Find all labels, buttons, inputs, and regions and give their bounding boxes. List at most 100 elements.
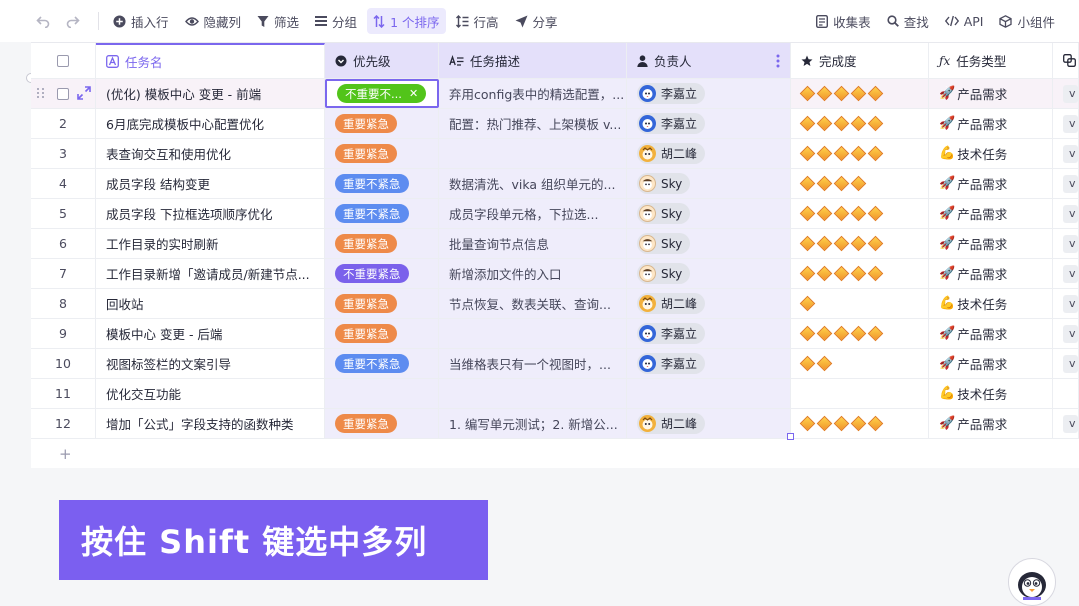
task-name-cell[interactable]: 视图标签栏的文案引导 — [96, 349, 325, 378]
completion-cell[interactable] — [791, 259, 929, 288]
table-row[interactable]: 7 工作目录新增「邀请成员/新建节点... 不重要紧急 新增添加文件的入口 Sky 🚀 产品… — [31, 259, 1079, 289]
column-header-type[interactable]: ƒx 任务类型 — [929, 43, 1053, 78]
owner-cell[interactable]: 李嘉立 — [627, 79, 791, 108]
owner-cell[interactable]: Sky — [627, 199, 791, 228]
priority-cell[interactable]: 重要紧急 — [325, 139, 439, 168]
column-header-done[interactable]: 完成度 — [791, 43, 929, 78]
selection-fill-handle[interactable] — [787, 433, 794, 440]
completion-cell[interactable] — [791, 139, 929, 168]
priority-cell-editing[interactable]: 不重要不... ✕ — [325, 79, 439, 108]
task-name-cell[interactable]: 成员字段 结构变更 — [96, 169, 325, 198]
task-type-cell[interactable]: 🚀 产品需求 — [929, 319, 1053, 348]
owner-cell[interactable]: 胡二峰 — [627, 289, 791, 318]
owner-cell[interactable]: 胡二峰 — [627, 139, 791, 168]
table-row[interactable]: 12 增加「公式」字段支持的函数种类 重要紧急 1. 编写单元测试；2. 新增公...… — [31, 409, 1079, 439]
completion-cell[interactable] — [791, 109, 929, 138]
task-type-cell[interactable]: 🚀 产品需求 — [929, 349, 1053, 378]
table-row[interactable]: 11 优化交互功能 💪 技术任务 — [31, 379, 1079, 409]
owner-cell[interactable]: Sky — [627, 259, 791, 288]
task-name-cell[interactable]: 成员字段 下拉框选项顺序优化 — [96, 199, 325, 228]
task-type-cell[interactable]: 🚀 产品需求 — [929, 409, 1053, 438]
extra-cell[interactable]: v — [1053, 409, 1079, 438]
column-header-name[interactable]: 任务名 — [96, 43, 325, 78]
completion-cell[interactable] — [791, 409, 929, 438]
table-row[interactable]: 4 成员字段 结构变更 重要不紧急 数据清洗、vika 组织单元的... Sky 🚀 产品需… — [31, 169, 1079, 199]
redo-button[interactable] — [60, 8, 86, 34]
undo-button[interactable] — [30, 8, 56, 34]
add-row-button[interactable]: + — [31, 439, 1079, 468]
task-desc-cell[interactable]: 数据清洗、vika 组织单元的... — [439, 169, 627, 198]
drag-handle-icon[interactable] — [37, 88, 45, 98]
row-height-button[interactable]: 行高 — [450, 8, 505, 34]
task-type-cell[interactable]: 🚀 产品需求 — [929, 199, 1053, 228]
task-type-cell[interactable]: 🚀 产品需求 — [929, 169, 1053, 198]
completion-cell[interactable] — [791, 289, 929, 318]
table-row[interactable]: 10 视图标签栏的文案引导 重要不紧急 当维格表只有一个视图时，... 李嘉立 🚀 产品需求… — [31, 349, 1079, 379]
task-desc-cell[interactable]: 新增添加文件的入口 — [439, 259, 627, 288]
priority-cell[interactable]: 重要紧急 — [325, 289, 439, 318]
completion-cell[interactable] — [791, 379, 929, 408]
priority-cell[interactable]: 重要紧急 — [325, 319, 439, 348]
priority-cell[interactable]: 重要紧急 — [325, 409, 439, 438]
completion-cell[interactable] — [791, 319, 929, 348]
hide-columns-button[interactable]: 隐藏列 — [179, 8, 248, 34]
task-desc-cell[interactable] — [439, 319, 627, 348]
owner-cell[interactable]: 李嘉立 — [627, 349, 791, 378]
table-row[interactable]: 8 回收站 重要紧急 节点恢复、数表关联、查询... 胡二峰 💪 技术任务 v — [31, 289, 1079, 319]
table-row[interactable]: (优化) 模板中心 变更 - 前端 不重要不... ✕ 弃用config表中的精选配置… — [31, 79, 1079, 109]
row-number-cell[interactable]: 9 — [31, 319, 96, 348]
task-desc-cell[interactable]: 弃用config表中的精选配置，... — [439, 79, 627, 108]
task-type-cell[interactable]: 🚀 产品需求 — [929, 79, 1053, 108]
owner-cell[interactable]: Sky — [627, 229, 791, 258]
filter-button[interactable]: 筛选 — [251, 8, 305, 34]
row-number-cell[interactable]: 12 — [31, 409, 96, 438]
task-name-cell[interactable]: (优化) 模板中心 变更 - 前端 — [96, 79, 325, 108]
table-row[interactable]: 5 成员字段 下拉框选项顺序优化 重要不紧急 成员字段单元格，下拉选... Sky 🚀 产品… — [31, 199, 1079, 229]
task-desc-cell[interactable]: 成员字段单元格，下拉选... — [439, 199, 627, 228]
task-desc-cell[interactable]: 1. 编写单元测试；2. 新增公... — [439, 409, 627, 438]
task-desc-cell[interactable]: 批量查询节点信息 — [439, 229, 627, 258]
task-type-cell[interactable]: 🚀 产品需求 — [929, 259, 1053, 288]
row-number-cell[interactable]: 2 — [31, 109, 96, 138]
priority-cell[interactable] — [325, 379, 439, 408]
row-number-cell[interactable]: 5 — [31, 199, 96, 228]
task-name-cell[interactable]: 6月底完成模板中心配置优化 — [96, 109, 325, 138]
extra-cell[interactable]: v — [1053, 259, 1079, 288]
task-desc-cell[interactable]: 当维格表只有一个视图时，... — [439, 349, 627, 378]
insert-row-button[interactable]: 插入行 — [107, 8, 175, 34]
task-desc-cell[interactable]: 配置：热门推荐、上架模板 v... — [439, 109, 627, 138]
row-number-cell[interactable]: 8 — [31, 289, 96, 318]
completion-cell[interactable] — [791, 169, 929, 198]
owner-cell[interactable]: Sky — [627, 169, 791, 198]
column-header-desc[interactable]: 任务描述 — [439, 43, 627, 78]
task-desc-cell[interactable] — [439, 379, 627, 408]
priority-cell[interactable]: 重要紧急 — [325, 109, 439, 138]
task-name-cell[interactable]: 优化交互功能 — [96, 379, 325, 408]
search-button[interactable]: 查找 — [881, 8, 935, 34]
extra-cell[interactable]: v — [1053, 109, 1079, 138]
extra-cell[interactable]: v — [1053, 229, 1079, 258]
extra-cell[interactable] — [1053, 379, 1079, 408]
task-name-cell[interactable]: 工作目录新增「邀请成员/新建节点... — [96, 259, 325, 288]
owner-cell[interactable]: 李嘉立 — [627, 109, 791, 138]
widget-button[interactable]: 小组件 — [993, 8, 1061, 34]
priority-cell[interactable]: 不重要紧急 — [325, 259, 439, 288]
row-number-cell[interactable]: 6 — [31, 229, 96, 258]
select-all-checkbox[interactable] — [57, 54, 69, 67]
row-number-cell[interactable]: 11 — [31, 379, 96, 408]
expand-record-icon[interactable] — [77, 86, 91, 103]
column-header-priority[interactable]: 优先级 — [325, 43, 439, 78]
completion-cell[interactable] — [791, 79, 929, 108]
extra-cell[interactable]: v — [1053, 319, 1079, 348]
extra-cell[interactable]: v — [1053, 199, 1079, 228]
task-name-cell[interactable]: 表查询交互和使用优化 — [96, 139, 325, 168]
priority-cell[interactable]: 重要不紧急 — [325, 199, 439, 228]
extra-cell[interactable]: v — [1053, 79, 1079, 108]
completion-cell[interactable] — [791, 199, 929, 228]
task-name-cell[interactable]: 工作目录的实时刷新 — [96, 229, 325, 258]
remove-option-icon[interactable]: ✕ — [409, 87, 418, 100]
priority-cell[interactable]: 重要紧急 — [325, 229, 439, 258]
task-name-cell[interactable]: 模板中心 变更 - 后端 — [96, 319, 325, 348]
share-button[interactable]: 分享 — [509, 8, 564, 34]
sort-button[interactable]: 1 个排序 — [367, 8, 446, 34]
